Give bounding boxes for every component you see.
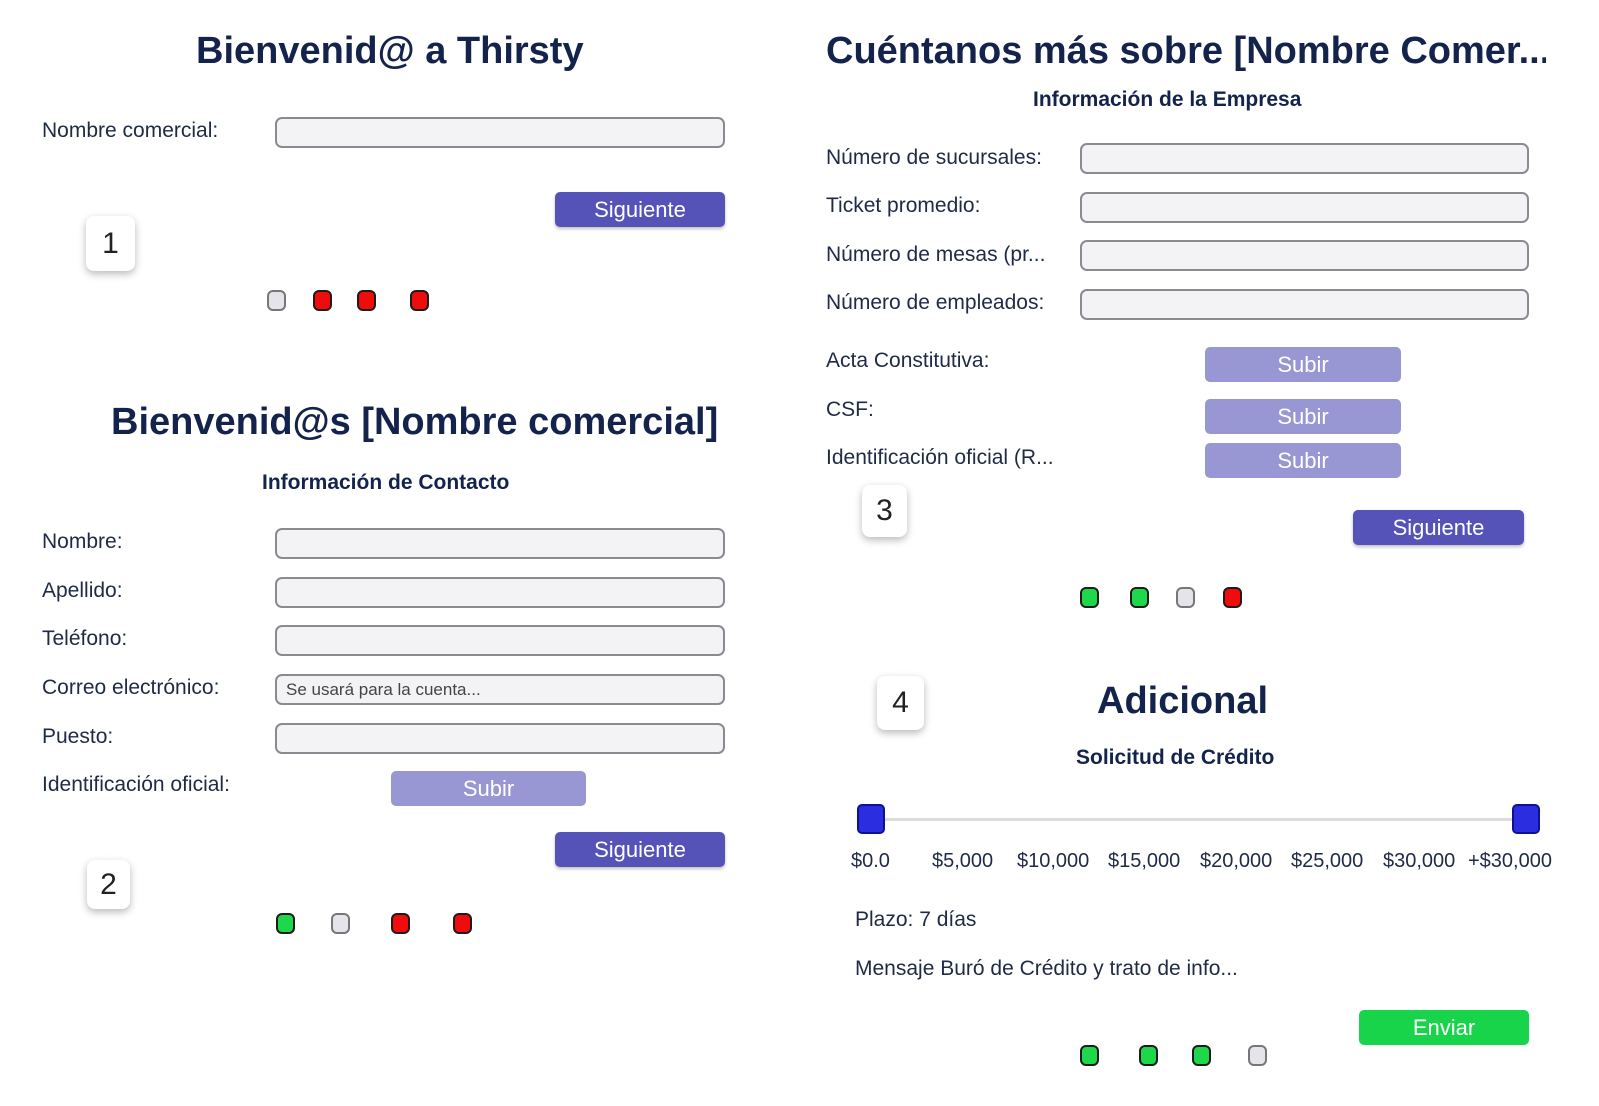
slider-tick-label: $25,000 — [1291, 850, 1364, 872]
buro-message-text: Mensaje Buró de Crédito y trato de info.… — [855, 957, 1238, 980]
slider-min-thumb[interactable] — [857, 804, 885, 834]
acta-upload-button[interactable]: Subir — [1205, 347, 1401, 382]
nombre-comercial-input[interactable] — [275, 117, 725, 148]
ticket-promedio-label: Ticket promedio: — [826, 194, 981, 217]
slider-tick-label: $15,000 — [1108, 850, 1181, 872]
progress-dot — [1130, 587, 1149, 608]
progress-dot — [1080, 587, 1099, 608]
progress-dot — [331, 913, 350, 934]
nombre-input[interactable] — [275, 528, 725, 559]
send-button[interactable]: Enviar — [1359, 1010, 1529, 1045]
slider-tick-label: $0.0 — [851, 850, 890, 872]
progress-dot — [1248, 1045, 1267, 1066]
slider-tick-label: $20,000 — [1200, 850, 1273, 872]
plazo-text: Plazo: 7 días — [855, 908, 977, 931]
telefono-input[interactable] — [275, 625, 725, 656]
step2-subtitle: Información de Contacto — [262, 471, 510, 494]
step1-title: Bienvenid@ a Thirsty — [196, 30, 584, 72]
progress-dot — [1223, 587, 1242, 608]
correo-label: Correo electrónico: — [42, 676, 220, 699]
progress-dot — [1176, 587, 1195, 608]
acta-constitutiva-label: Acta Constitutiva: — [826, 349, 990, 372]
csf-upload-button[interactable]: Subir — [1205, 399, 1401, 434]
slider-max-thumb[interactable] — [1512, 804, 1540, 834]
progress-dot — [453, 913, 472, 934]
mesas-input[interactable] — [1080, 240, 1529, 271]
progress-dot — [410, 290, 429, 311]
step3-subtitle: Información de la Empresa — [1033, 88, 1302, 111]
progress-dot — [313, 290, 332, 311]
ticket-promedio-input[interactable] — [1080, 192, 1529, 223]
progress-dot — [391, 913, 410, 934]
step2-title: Bienvenid@s [Nombre comercial] — [111, 401, 719, 443]
nombre-comercial-label: Nombre comercial: — [42, 119, 219, 142]
step1-next-button[interactable]: Siguiente — [555, 192, 725, 227]
csf-label: CSF: — [826, 398, 874, 421]
step3-next-button[interactable]: Siguiente — [1353, 510, 1524, 545]
empleados-input[interactable] — [1080, 289, 1529, 320]
step4-subtitle: Solicitud de Crédito — [1076, 746, 1275, 769]
correo-input[interactable] — [275, 674, 725, 705]
identificacion-upload-button[interactable]: Subir — [391, 771, 586, 806]
mesas-label: Número de mesas (pr... — [826, 243, 1046, 266]
sucursales-input[interactable] — [1080, 143, 1529, 174]
step3-title: Cuéntanos más sobre [Nombre Comer... — [826, 30, 1546, 72]
slider-tick-label: $10,000 — [1017, 850, 1090, 872]
slider-tick-label: +$30,000 — [1468, 850, 1552, 872]
sucursales-label: Número de sucursales: — [826, 146, 1042, 169]
progress-dot — [1192, 1045, 1211, 1066]
progress-dot — [357, 290, 376, 311]
empleados-label: Número de empleados: — [826, 291, 1045, 314]
slider-tick-label: $5,000 — [932, 850, 994, 872]
step4-number-badge: 4 — [877, 676, 924, 730]
step2-number-badge: 2 — [87, 860, 130, 909]
identificacion-rl-label: Identificación oficial (R... — [826, 446, 1054, 469]
telefono-label: Teléfono: — [42, 627, 128, 650]
slider-tick-label: $30,000 — [1383, 850, 1456, 872]
step4-title: Adicional — [1097, 680, 1269, 722]
slider-track[interactable] — [871, 818, 1526, 821]
progress-dot — [267, 290, 286, 311]
apellido-input[interactable] — [275, 577, 725, 608]
identificacion-label: Identificación oficial: — [42, 773, 230, 796]
progress-dot — [1080, 1045, 1099, 1066]
puesto-input[interactable] — [275, 723, 725, 754]
step1-number-badge: 1 — [86, 216, 135, 271]
progress-dot — [276, 913, 295, 934]
step2-next-button[interactable]: Siguiente — [555, 832, 725, 867]
identificacion-rl-upload-button[interactable]: Subir — [1205, 443, 1401, 478]
apellido-label: Apellido: — [42, 579, 123, 602]
progress-dot — [1139, 1045, 1158, 1066]
nombre-label: Nombre: — [42, 530, 123, 553]
step3-number-badge: 3 — [862, 485, 907, 537]
puesto-label: Puesto: — [42, 725, 114, 748]
